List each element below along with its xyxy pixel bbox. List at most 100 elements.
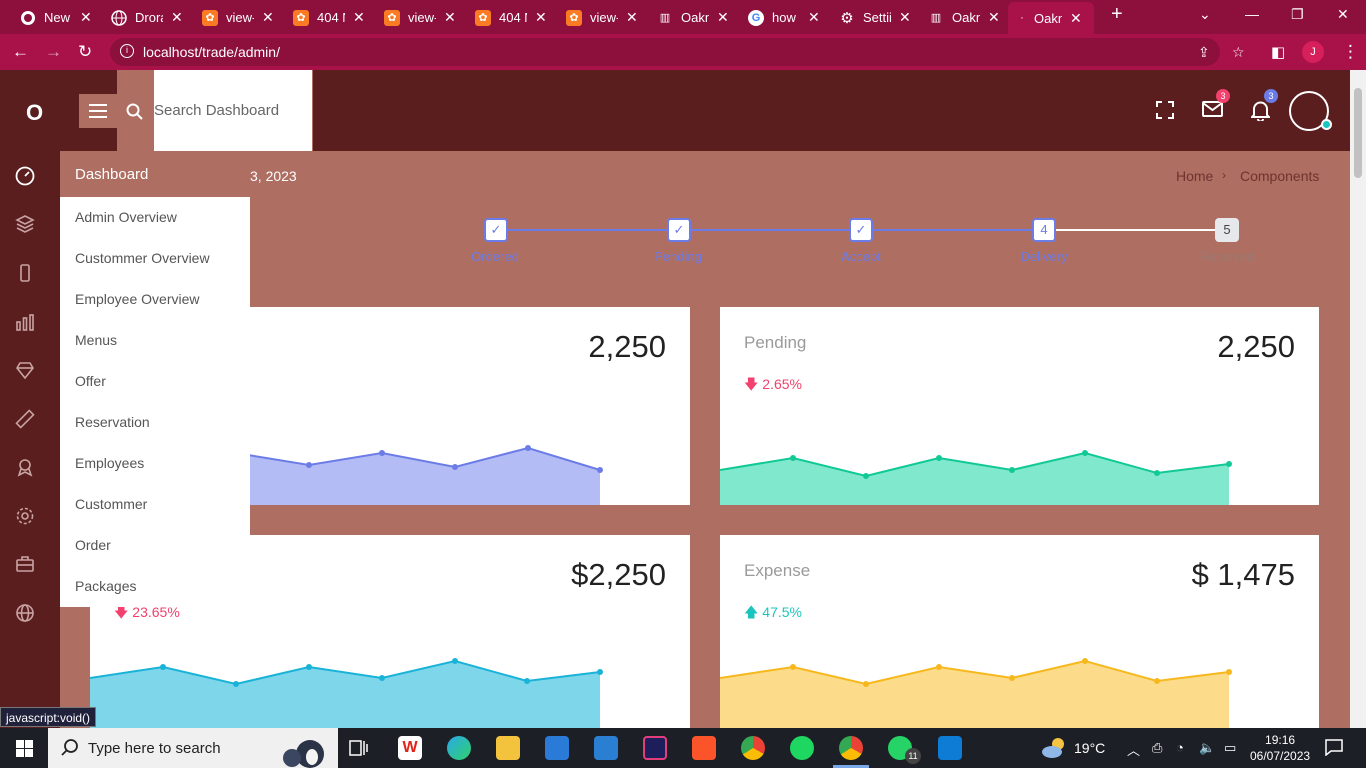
close-tab-icon[interactable]: ✕: [899, 9, 911, 26]
submenu-item-offer[interactable]: Offer: [75, 373, 106, 389]
info-icon[interactable]: i: [120, 44, 134, 58]
step-pending-marker[interactable]: ✓: [667, 218, 691, 242]
profile-avatar[interactable]: J: [1302, 41, 1324, 63]
close-window-icon[interactable]: ✕: [1337, 6, 1349, 23]
browser-tab[interactable]: ✿ view- ✕: [384, 5, 456, 30]
mobile-icon[interactable]: [14, 263, 36, 285]
award-icon[interactable]: [14, 457, 36, 479]
system-clock[interactable]: 19:16 06/07/2023: [1250, 732, 1310, 764]
spotify-icon[interactable]: [790, 736, 814, 760]
step-accept-marker[interactable]: ✓: [849, 218, 873, 242]
browser-tab[interactable]: ▥ Oakn ✕: [928, 5, 1000, 30]
brave-icon[interactable]: [692, 736, 716, 760]
back-icon[interactable]: ←: [12, 42, 29, 62]
submenu-item-order[interactable]: Order: [75, 537, 111, 553]
fullscreen-icon[interactable]: [1155, 100, 1175, 125]
submenu-item-employee-overview[interactable]: Employee Overview: [75, 291, 200, 307]
dashboard-icon[interactable]: [14, 166, 36, 188]
breadcrumb-components[interactable]: Components: [1240, 168, 1319, 184]
submenu-item-customer[interactable]: Custommer: [75, 496, 147, 512]
browser-tab[interactable]: ✿ view- ✕: [566, 5, 638, 30]
url-text[interactable]: localhost/trade/admin/: [143, 44, 280, 60]
minimize-icon[interactable]: —: [1245, 6, 1259, 22]
windows-start-icon[interactable]: [16, 740, 33, 757]
battery-icon[interactable]: ▭: [1224, 740, 1236, 756]
close-tab-icon[interactable]: ✕: [444, 9, 456, 26]
browser-tab-active[interactable]: · Oakn ✕: [1008, 2, 1094, 34]
submenu-item-admin-overview[interactable]: Admin Overview: [75, 209, 177, 225]
step-ordered-marker[interactable]: ✓: [484, 218, 508, 242]
diamond-icon[interactable]: [14, 360, 36, 382]
close-tab-icon[interactable]: ✕: [353, 9, 365, 26]
intellij-icon[interactable]: [643, 736, 667, 760]
close-tab-icon[interactable]: ✕: [626, 9, 638, 26]
bookmark-star-icon[interactable]: ☆: [1232, 44, 1245, 61]
browser-tab[interactable]: ✿ 404 N ✕: [293, 5, 365, 30]
submenu-item-packages[interactable]: Packages: [75, 578, 136, 594]
browser-tab[interactable]: ▥ Oakn ✕: [657, 5, 729, 30]
step-received-marker[interactable]: 5: [1215, 218, 1239, 242]
device-icon[interactable]: ⎙: [1152, 740, 1162, 756]
file-explorer-icon[interactable]: [496, 736, 520, 760]
mail-icon[interactable]: [1202, 100, 1223, 123]
search-input[interactable]: [154, 100, 312, 120]
new-tab-icon[interactable]: +: [1111, 3, 1123, 26]
settings-icon[interactable]: [14, 506, 36, 528]
submenu-item-employees[interactable]: Employees: [75, 455, 144, 471]
reload-icon[interactable]: ↻: [78, 42, 92, 62]
close-tab-icon[interactable]: ✕: [535, 9, 547, 26]
breadcrumb-home[interactable]: Home: [1176, 168, 1213, 184]
chrome-icon[interactable]: [741, 736, 765, 760]
layers-icon[interactable]: [14, 214, 36, 236]
close-tab-icon[interactable]: ✕: [988, 9, 1000, 26]
close-tab-icon[interactable]: ✕: [808, 9, 820, 26]
hamburger-menu-icon[interactable]: [79, 94, 117, 128]
browser-tab[interactable]: New ✕: [20, 5, 92, 30]
tray-overflow-icon[interactable]: ︿: [1127, 740, 1140, 759]
weather-icon[interactable]: [1040, 736, 1068, 763]
close-tab-icon[interactable]: ✕: [80, 9, 92, 26]
browser-menu-icon[interactable]: ⋮: [1342, 42, 1359, 62]
browser-tab[interactable]: ⚙ Settii ✕: [839, 5, 911, 30]
browser-tab[interactable]: ✿ 404 N ✕: [475, 5, 547, 30]
sidebar-toggle-icon[interactable]: ◧: [1271, 43, 1285, 61]
close-tab-icon[interactable]: ✕: [1070, 10, 1082, 27]
submenu-item-reservation[interactable]: Reservation: [75, 414, 150, 430]
browser-tab[interactable]: G how ✕: [748, 5, 820, 30]
forward-icon[interactable]: →: [45, 42, 62, 62]
search-icon[interactable]: [126, 103, 143, 125]
vscode-icon[interactable]: [938, 736, 962, 760]
close-tab-icon[interactable]: ✕: [171, 9, 183, 26]
submenu-item-menus[interactable]: Menus: [75, 332, 117, 348]
wifi-icon[interactable]: ◔: [1176, 740, 1184, 755]
scrollbar-thumb[interactable]: [1354, 88, 1362, 178]
restore-icon[interactable]: ❐: [1291, 6, 1304, 23]
chrome-profile-icon[interactable]: [839, 736, 863, 760]
store-icon[interactable]: [545, 736, 569, 760]
bar-chart-icon[interactable]: [14, 312, 36, 334]
browser-tab[interactable]: ✿ view- ✕: [202, 5, 274, 30]
wps-office-icon[interactable]: W: [398, 736, 422, 760]
close-tab-icon[interactable]: ✕: [262, 9, 274, 26]
notification-center-icon[interactable]: [1325, 738, 1343, 759]
page-scrollbar[interactable]: [1350, 70, 1366, 728]
mail-app-icon[interactable]: [594, 736, 618, 760]
task-view-icon[interactable]: [348, 737, 372, 761]
brand-logo[interactable]: O: [26, 100, 43, 126]
edge-icon[interactable]: [447, 736, 471, 760]
globe-icon[interactable]: [14, 603, 36, 625]
sidebar-dashboard-label[interactable]: Dashboard: [75, 166, 148, 183]
share-icon[interactable]: ⇪: [1198, 44, 1210, 61]
step-delivery-marker[interactable]: 4: [1032, 218, 1056, 242]
submenu-item-customer-overview[interactable]: Custommer Overview: [75, 250, 210, 266]
taskbar-search-box[interactable]: Type here to search: [48, 728, 338, 768]
briefcase-icon[interactable]: [14, 554, 36, 576]
address-bar[interactable]: i localhost/trade/admin/ ⇪ ☆: [110, 38, 1245, 66]
weather-temperature[interactable]: 19°C: [1074, 740, 1105, 756]
browser-tab[interactable]: Drora ✕: [111, 5, 183, 30]
bell-icon[interactable]: [1249, 100, 1272, 126]
ruler-icon[interactable]: [14, 409, 36, 431]
volume-icon[interactable]: 🔈: [1199, 740, 1215, 756]
tab-search-icon[interactable]: ⌄: [1199, 6, 1211, 23]
close-tab-icon[interactable]: ✕: [717, 9, 729, 26]
